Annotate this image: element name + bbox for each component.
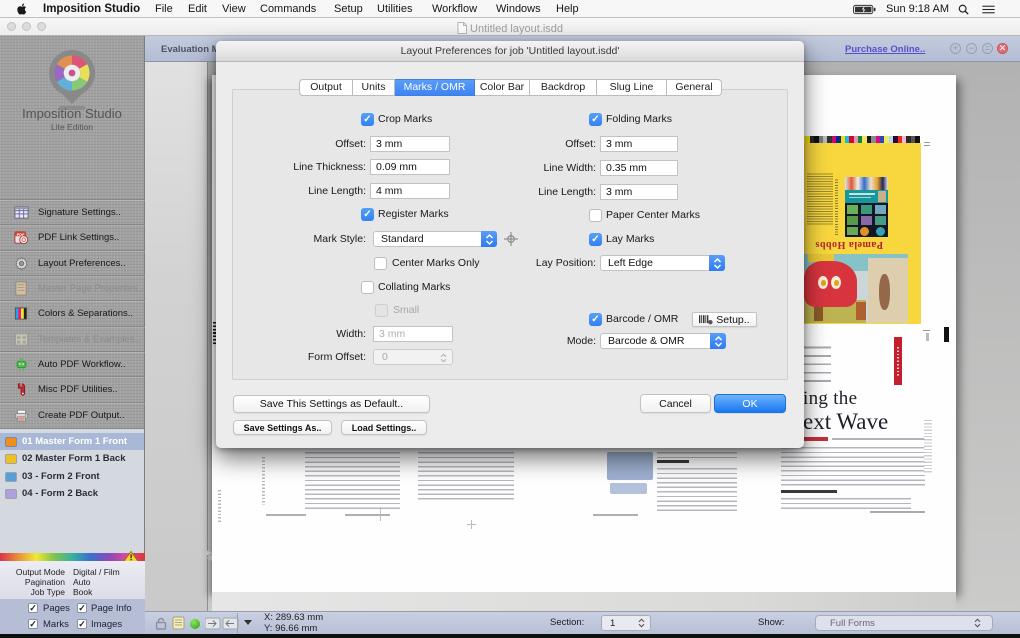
svg-text:Lite Edition: Lite Edition	[51, 122, 93, 132]
svg-text:PDF: PDF	[17, 232, 26, 237]
svg-text:Imposition Studio: Imposition Studio	[22, 106, 122, 121]
